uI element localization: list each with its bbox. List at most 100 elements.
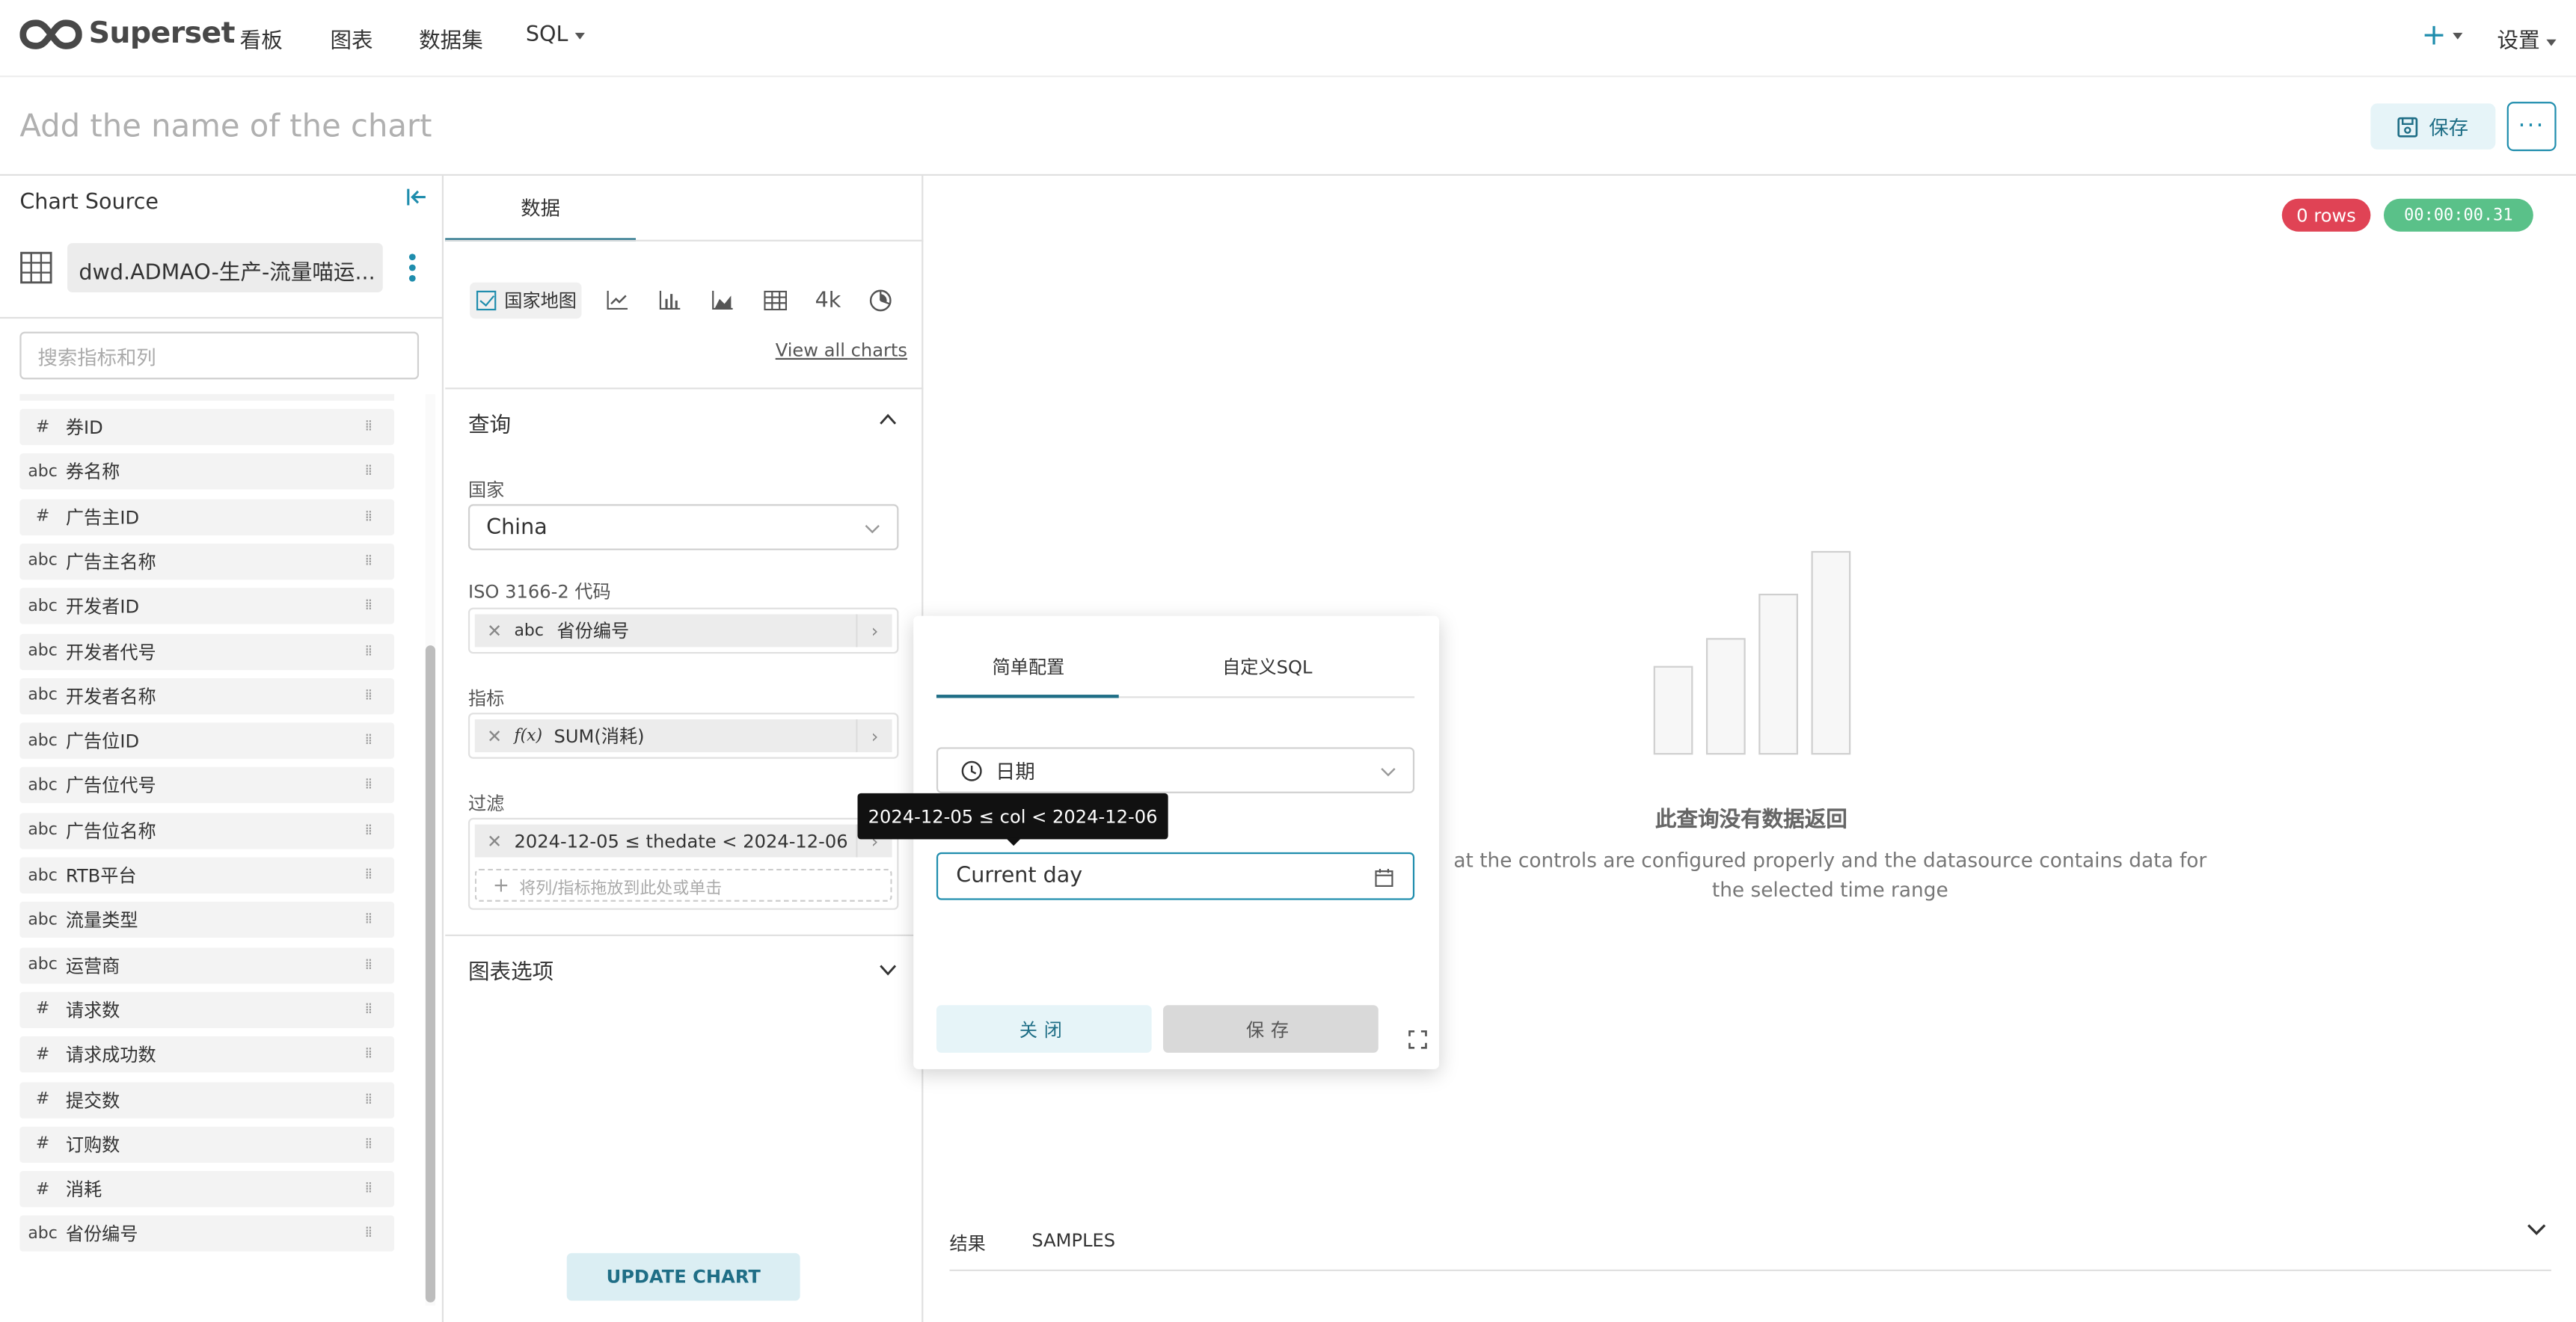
drag-handle-icon[interactable]: ⁞⁞: [365, 913, 381, 928]
clock-icon: [961, 760, 982, 781]
nav-sql-label: SQL: [525, 22, 568, 48]
drag-handle-icon[interactable]: ⁞⁞: [365, 554, 381, 569]
iso-code-pill[interactable]: ✕ abc 省份编号 ›: [474, 614, 892, 648]
collapse-panel-icon[interactable]: [406, 187, 429, 213]
drag-handle-icon[interactable]: ⁞⁞: [365, 1182, 381, 1197]
tab-custom-sql[interactable]: 自定义SQL: [1222, 654, 1312, 680]
iso-code-field[interactable]: ✕ abc 省份编号 ›: [467, 607, 899, 654]
nav-dashboards[interactable]: 看板: [240, 23, 283, 55]
column-item[interactable]: abc 广告位代号 ⁞⁞: [19, 767, 395, 804]
column-item[interactable]: # 订购数 ⁞⁞: [19, 1126, 395, 1163]
settings-menu[interactable]: 设置: [2497, 23, 2557, 54]
chevron-up-icon[interactable]: [879, 409, 897, 431]
tooltip-arrow: [1005, 837, 1022, 846]
save-button-label: 保存: [2429, 115, 2469, 139]
query-section-title[interactable]: 查询: [468, 408, 511, 438]
tab-samples[interactable]: SAMPLES: [1031, 1230, 1115, 1252]
chevron-down-icon[interactable]: [879, 961, 897, 983]
line-chart-icon[interactable]: [604, 287, 631, 313]
column-item[interactable]: abc 流量类型 ⁞⁞: [19, 902, 395, 938]
column-item[interactable]: abc 广告位名称 ⁞⁞: [19, 812, 395, 849]
tab-simple-config[interactable]: 简单配置: [993, 654, 1065, 680]
chevron-right-icon[interactable]: ›: [856, 719, 892, 752]
update-chart-button[interactable]: UPDATE CHART: [566, 1252, 800, 1301]
chevron-down-icon[interactable]: [2527, 1219, 2546, 1243]
column-item[interactable]: abc 省份编号 ⁞⁞: [19, 1216, 395, 1252]
column-item[interactable]: abc 券名称 ⁞⁞: [19, 453, 395, 491]
drag-handle-icon[interactable]: ⁞⁞: [365, 509, 381, 524]
column-item[interactable]: abc 运营商 ⁞⁞: [19, 947, 395, 983]
column-item[interactable]: abc RTB平台 ⁞⁞: [19, 857, 395, 894]
drag-handle-icon[interactable]: ⁞⁞: [365, 1226, 381, 1241]
save-filter-button[interactable]: 保存: [1163, 1005, 1379, 1053]
column-search-input[interactable]: 搜索指标和列: [19, 331, 420, 380]
remove-icon[interactable]: ✕: [475, 830, 515, 852]
filter-pill[interactable]: ✕ 2024-12-05 ≤ thedate < 2024-12-06 ›: [474, 824, 892, 858]
new-menu-button[interactable]: +: [2421, 18, 2463, 52]
column-item[interactable]: # 提交数 ⁞⁞: [19, 1081, 395, 1118]
bar-chart-icon[interactable]: [657, 287, 684, 313]
superset-logo[interactable]: Superset: [19, 16, 235, 51]
time-range-value: Current day: [956, 864, 1083, 889]
column-item[interactable]: abc 开发者ID ⁞⁞: [19, 588, 395, 625]
viz-type-country-map[interactable]: 国家地图: [470, 282, 582, 319]
column-select[interactable]: 日期: [936, 747, 1415, 793]
column-type-icon: #: [35, 507, 50, 526]
column-item[interactable]: # 消耗 ⁞⁞: [19, 1171, 395, 1208]
drag-handle-icon[interactable]: ⁞⁞: [365, 644, 381, 659]
nav-sql-menu[interactable]: SQL: [525, 22, 585, 48]
ellipsis-icon: ···: [2518, 113, 2545, 140]
area-chart-icon[interactable]: [710, 287, 736, 313]
divider: [949, 1269, 2552, 1272]
nav-datasets[interactable]: 数据集: [419, 23, 483, 55]
function-icon: f(x): [514, 726, 543, 745]
table-chart-icon[interactable]: [762, 287, 788, 313]
column-item[interactable]: # 券ID ⁞⁞: [19, 408, 395, 446]
scrollbar-thumb[interactable]: [425, 645, 436, 1303]
chart-options-section-title[interactable]: 图表选项: [468, 954, 553, 986]
chevron-right-icon[interactable]: ›: [856, 614, 892, 648]
big-number-chart-icon[interactable]: 4k: [812, 287, 844, 313]
remove-icon[interactable]: ✕: [475, 620, 515, 642]
drag-handle-icon[interactable]: ⁞⁞: [365, 599, 381, 614]
filter-label: 过滤: [467, 793, 505, 815]
close-button[interactable]: 关闭: [936, 1005, 1152, 1053]
calendar-icon[interactable]: [1375, 868, 1393, 888]
column-item[interactable]: abc 开发者名称 ⁞⁞: [19, 677, 395, 714]
time-range-input[interactable]: Current day: [936, 852, 1415, 900]
remove-icon[interactable]: ✕: [475, 725, 515, 747]
column-item[interactable]: abc 广告主名称 ⁞⁞: [19, 543, 395, 580]
nav-charts[interactable]: 图表: [330, 23, 372, 55]
save-chart-button[interactable]: 保存: [2370, 103, 2496, 150]
column-item[interactable]: abc 广告位ID ⁞⁞: [19, 722, 395, 759]
tab-results[interactable]: 结果: [950, 1230, 986, 1256]
chart-title-input[interactable]: Add the name of the chart: [19, 108, 432, 144]
drag-handle-icon[interactable]: ⁞⁞: [365, 1003, 381, 1018]
country-select[interactable]: China: [467, 504, 899, 550]
filter-drop-zone[interactable]: + 将列/指标拖放到此处或单击: [474, 868, 892, 902]
dataset-name[interactable]: dwd.ADMAO-生产-流量喵运...: [67, 243, 383, 292]
column-item[interactable]: # 广告主ID ⁞⁞: [19, 498, 395, 535]
more-actions-button[interactable]: ···: [2506, 102, 2557, 152]
drag-handle-icon[interactable]: ⁞⁞: [365, 868, 381, 883]
drag-handle-icon[interactable]: ⁞⁞: [365, 689, 381, 704]
drag-handle-icon[interactable]: ⁞⁞: [365, 958, 381, 973]
view-all-charts-link[interactable]: View all charts: [776, 340, 907, 362]
drag-handle-icon[interactable]: ⁞⁞: [365, 778, 381, 793]
pie-chart-icon[interactable]: [868, 287, 894, 313]
drag-handle-icon[interactable]: ⁞⁞: [365, 419, 381, 434]
metric-field[interactable]: ✕ f(x) SUM(消耗) ›: [467, 713, 899, 759]
column-item[interactable]: # 请求数 ⁞⁞: [19, 992, 395, 1028]
drag-handle-icon[interactable]: ⁞⁞: [365, 1137, 381, 1152]
drag-handle-icon[interactable]: ⁞⁞: [365, 464, 381, 479]
drag-handle-icon[interactable]: ⁞⁞: [365, 1048, 381, 1063]
expand-icon[interactable]: [1408, 1030, 1427, 1049]
column-item[interactable]: abc 开发者代号 ⁞⁞: [19, 633, 395, 670]
drag-handle-icon[interactable]: ⁞⁞: [365, 734, 381, 748]
dataset-menu-icon[interactable]: [408, 253, 417, 289]
column-item[interactable]: # 请求成功数 ⁞⁞: [19, 1036, 395, 1073]
drag-handle-icon[interactable]: ⁞⁞: [365, 1092, 381, 1107]
drag-handle-icon[interactable]: ⁞⁞: [365, 823, 381, 838]
tab-data[interactable]: 数据: [445, 176, 637, 242]
metric-pill[interactable]: ✕ f(x) SUM(消耗) ›: [474, 719, 892, 752]
